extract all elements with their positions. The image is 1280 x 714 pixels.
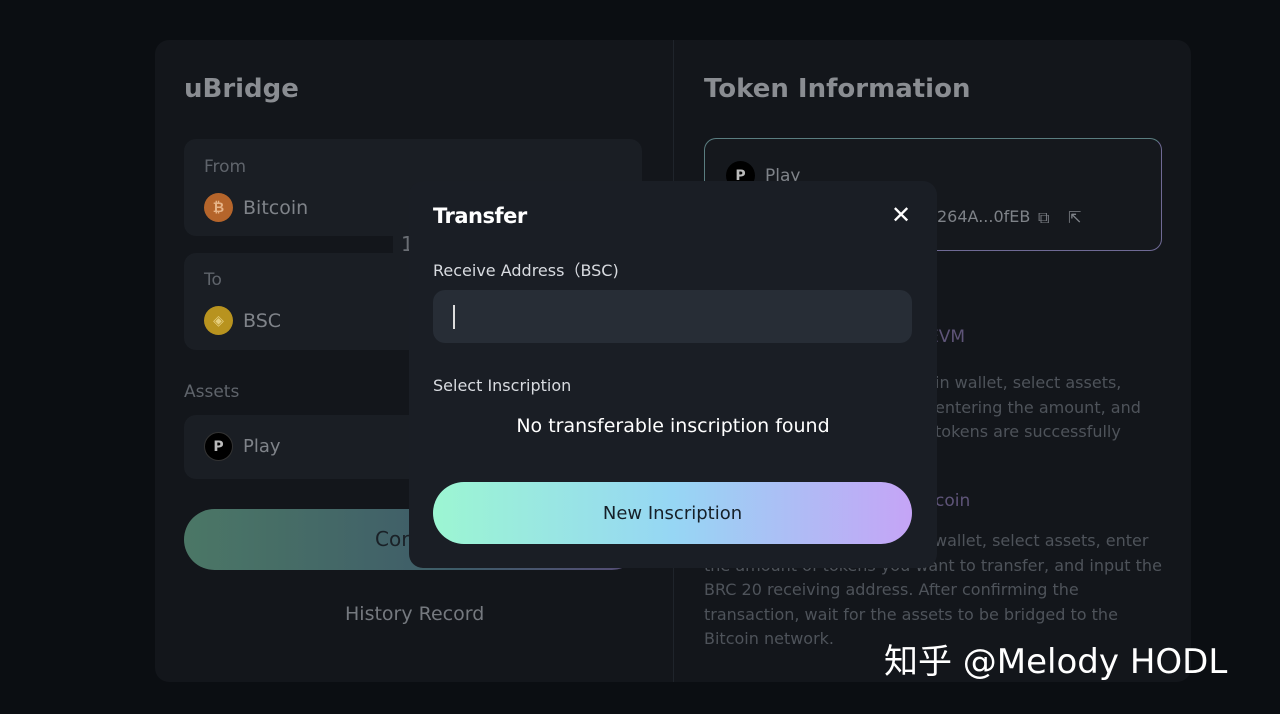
from-label: From [204,157,247,177]
confirm-label: Cor [375,527,410,551]
new-inscription-label: New Inscription [602,502,743,524]
token-address: 264A...0fEB [937,207,1031,226]
new-inscription-button[interactable]: New Inscription [433,482,912,544]
modal-title: Transfer [433,204,527,228]
close-icon[interactable]: ✕ [891,201,911,229]
bridge-title: uBridge [184,74,299,104]
text-line: tokens are successfully [935,422,1121,441]
text-line: entering the amount, and [935,397,1141,417]
select-inscription-label: Select Inscription [433,376,572,395]
to-chain: BSC [243,309,282,332]
external-link-icon[interactable]: ⇱ [1068,208,1085,227]
token-info-title: Token Information [704,74,971,104]
from-chain: Bitcoin [243,196,309,219]
empty-inscription-message: No transferable inscription found [516,415,830,437]
transfer-modal: Transfer ✕ Receive Address（BSC) Select I… [409,181,937,568]
history-record-link[interactable]: History Record [345,603,484,625]
watermark: 知乎 @Melody HODL [884,642,1228,682]
to-label: To [204,270,222,290]
play-token-icon: P [204,432,233,461]
bitcoin-icon: ₿ [204,193,233,222]
asset-name: Play [243,436,281,457]
section1-text: in wallet, select assets, entering the a… [935,371,1141,445]
receive-address-label: Receive Address（BSC) [433,261,619,280]
receive-address-input[interactable] [433,290,912,343]
bsc-icon: ◈ [204,306,233,335]
copy-icon[interactable]: ⧉ [1038,208,1055,227]
text-cursor [453,305,455,329]
text-line: transaction, wait for the assets to be b… [704,604,1118,624]
from-value: ₿ Bitcoin [204,193,308,222]
text-line: BRC 20 receiving address. After confirmi… [704,580,1079,599]
text-line: in wallet, select assets, [935,373,1122,392]
section2-heading: coin [935,491,971,511]
asset-value: P Play [204,432,281,461]
to-value: ◈ BSC [204,306,281,335]
assets-label: Assets [184,382,240,402]
